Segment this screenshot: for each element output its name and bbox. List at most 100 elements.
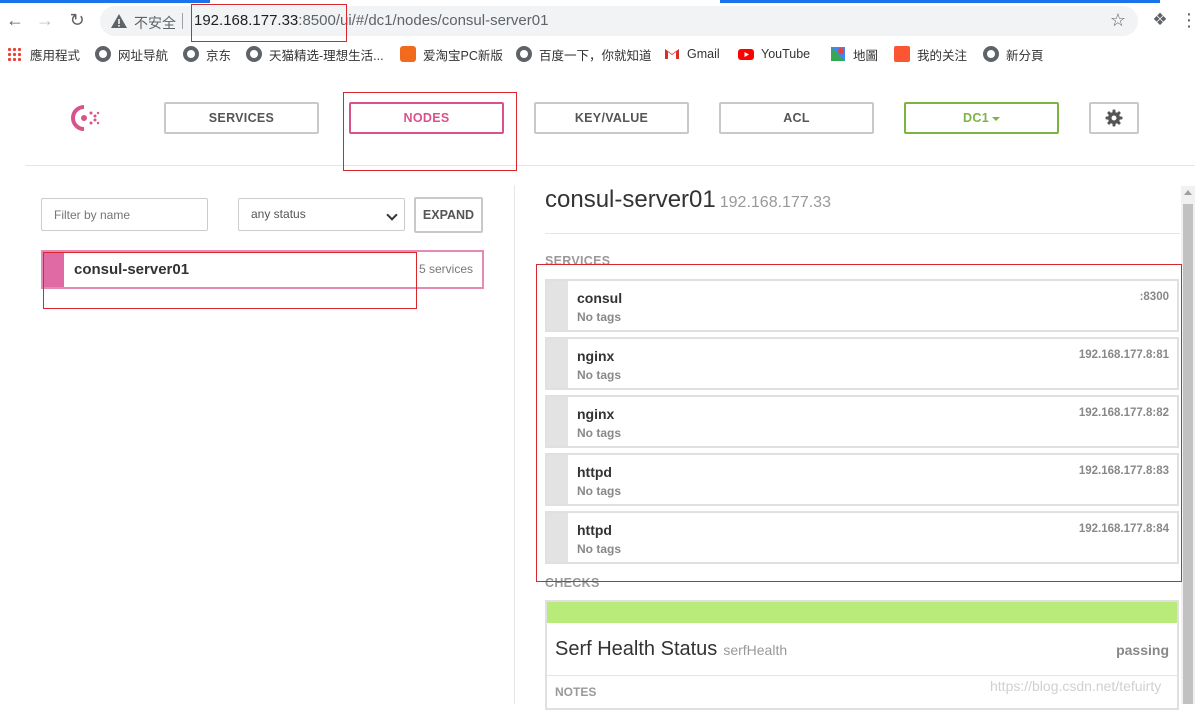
bookmark-item[interactable]: 天猫精选-理想生活... — [246, 45, 384, 63]
services-section-label: SERVICES — [545, 254, 611, 268]
more-vert-icon[interactable]: ⋮ — [1180, 10, 1195, 30]
service-row[interactable]: httpd No tags 192.168.177.8:84 — [545, 511, 1179, 564]
url-path: :8500/ui/#/dc1/nodes/consul-server01 — [298, 12, 549, 29]
bookmark-label: 我的关注 — [917, 48, 968, 63]
scroll-up-icon[interactable] — [1184, 190, 1192, 195]
node-status-bar — [43, 252, 64, 287]
chevron-down-icon — [386, 209, 398, 221]
bookmark-item[interactable]: YouTube — [738, 45, 810, 63]
datacenter-dropdown[interactable]: DC1 — [904, 102, 1059, 134]
bookmark-label: 网址导航 — [118, 48, 169, 63]
bookmark-label: YouTube — [761, 47, 811, 61]
check-notes-label: NOTES — [555, 685, 597, 699]
service-status-bar — [547, 397, 568, 446]
status-filter-value: any status — [251, 207, 306, 221]
node-detail-address: 192.168.177.33 — [719, 194, 831, 211]
globe-icon — [95, 46, 111, 62]
caret-down-icon — [991, 116, 1000, 121]
nav-services-button[interactable]: SERVICES — [164, 102, 319, 134]
tab-strip-accent — [720, 0, 1160, 3]
check-id: serfHealth — [723, 642, 788, 658]
expand-button[interactable]: EXPAND — [414, 197, 483, 233]
bookmark-label: Gmail — [687, 47, 720, 61]
check-status-bar — [547, 602, 1177, 623]
title-divider — [545, 233, 1180, 234]
gear-icon — [1105, 109, 1123, 127]
check-title: Serf Health Status serfHealth — [555, 638, 787, 661]
watermark-text: https://blog.csdn.net/tefuirty — [990, 678, 1162, 694]
bookmark-label: 新分頁 — [1006, 48, 1044, 63]
address-bar[interactable]: 不安全 192.168.177.33:8500/ui/#/dc1/nodes/c… — [100, 6, 1138, 36]
bookmark-label: 應用程式 — [30, 48, 81, 63]
url-text[interactable]: 192.168.177.33:8500/ui/#/dc1/nodes/consu… — [194, 12, 548, 29]
apps-grid-icon — [7, 47, 21, 61]
service-row[interactable]: consul No tags :8300 — [545, 279, 1179, 332]
bookmark-item[interactable]: 我的关注 — [894, 45, 967, 63]
bookmark-apps[interactable]: 應用程式 — [7, 45, 80, 63]
node-detail-title: consul-server01 192.168.177.33 — [545, 186, 831, 214]
service-address: 192.168.177.8:84 — [1078, 523, 1169, 535]
page-scrollbar[interactable] — [1181, 186, 1195, 704]
column-divider — [514, 185, 515, 704]
star-icon[interactable]: ☆ — [1110, 10, 1126, 31]
service-tags: No tags — [577, 426, 622, 440]
csdn-icon — [894, 46, 910, 62]
node-detail-name: consul-server01 — [545, 186, 716, 213]
service-status-bar — [547, 455, 568, 504]
youtube-icon — [738, 49, 754, 60]
service-row[interactable]: nginx No tags 192.168.177.8:82 — [545, 395, 1179, 448]
puzzle-icon[interactable]: ❖ — [1150, 10, 1170, 30]
datacenter-label: DC1 — [963, 111, 989, 125]
node-services-count: 5 services — [418, 262, 473, 276]
bookmark-label: 天猫精选-理想生活... — [269, 48, 384, 63]
service-tags: No tags — [577, 484, 622, 498]
service-name: consul — [577, 290, 623, 306]
arrow-left-icon[interactable]: ← — [4, 9, 26, 31]
node-list-item[interactable]: consul-server01 5 services — [41, 250, 484, 289]
gmail-icon — [665, 49, 679, 59]
nav-nodes-button[interactable]: NODES — [349, 102, 504, 134]
check-divider — [547, 675, 1177, 676]
service-name: httpd — [577, 464, 612, 480]
nav-acl-button[interactable]: ACL — [719, 102, 874, 134]
header-divider — [25, 165, 1195, 166]
bookmark-item[interactable]: 百度一下，你就知道 — [516, 45, 652, 63]
security-status: 不安全 — [134, 15, 176, 31]
address-divider — [182, 13, 183, 29]
check-name: Serf Health Status — [555, 638, 718, 660]
service-address: 192.168.177.8:81 — [1078, 349, 1169, 361]
settings-button[interactable] — [1089, 102, 1139, 134]
bookmark-item[interactable]: 新分頁 — [983, 45, 1044, 63]
bookmark-item[interactable]: 爱淘宝PC新版 — [400, 45, 503, 63]
maps-icon — [831, 47, 845, 61]
service-name: nginx — [577, 348, 615, 364]
bookmark-item[interactable]: 地圖 — [830, 45, 878, 63]
service-row[interactable]: httpd No tags 192.168.177.8:83 — [545, 453, 1179, 506]
service-address: :8300 — [1139, 291, 1169, 303]
filter-by-name-input[interactable] — [41, 198, 208, 231]
nav-keyvalue-button[interactable]: KEY/VALUE — [534, 102, 689, 134]
bookmark-item[interactable]: 网址导航 — [95, 45, 168, 63]
bookmark-item[interactable]: 京东 — [183, 45, 231, 63]
service-row[interactable]: nginx No tags 192.168.177.8:81 — [545, 337, 1179, 390]
service-status-bar — [547, 281, 568, 330]
service-name: nginx — [577, 406, 615, 422]
bookmark-item[interactable]: Gmail — [664, 45, 720, 63]
service-tags: No tags — [577, 542, 622, 556]
warning-icon — [111, 14, 127, 28]
service-tags: No tags — [577, 310, 622, 324]
url-host: 192.168.177.33 — [194, 12, 299, 29]
taobao-icon — [400, 46, 416, 62]
tab-strip-accent — [0, 0, 210, 3]
consul-logo-icon[interactable] — [70, 104, 102, 132]
bookmarks-bar: 應用程式 网址导航 京东 天猫精选-理想生活... 爱淘宝PC新版 百度一下，你… — [0, 41, 1195, 67]
arrow-right-icon[interactable]: → — [34, 9, 56, 31]
globe-icon — [983, 46, 999, 62]
service-tags: No tags — [577, 368, 622, 382]
reload-icon[interactable]: ↻ — [66, 9, 88, 31]
scrollbar-thumb[interactable] — [1183, 204, 1193, 704]
service-status-bar — [547, 513, 568, 562]
status-filter-select[interactable]: any status — [238, 198, 405, 231]
browser-toolbar: ← → ↻ 不安全 192.168.177.33:8500/ui/#/dc1/n… — [0, 0, 1195, 41]
bookmark-label: 百度一下，你就知道 — [539, 48, 652, 63]
